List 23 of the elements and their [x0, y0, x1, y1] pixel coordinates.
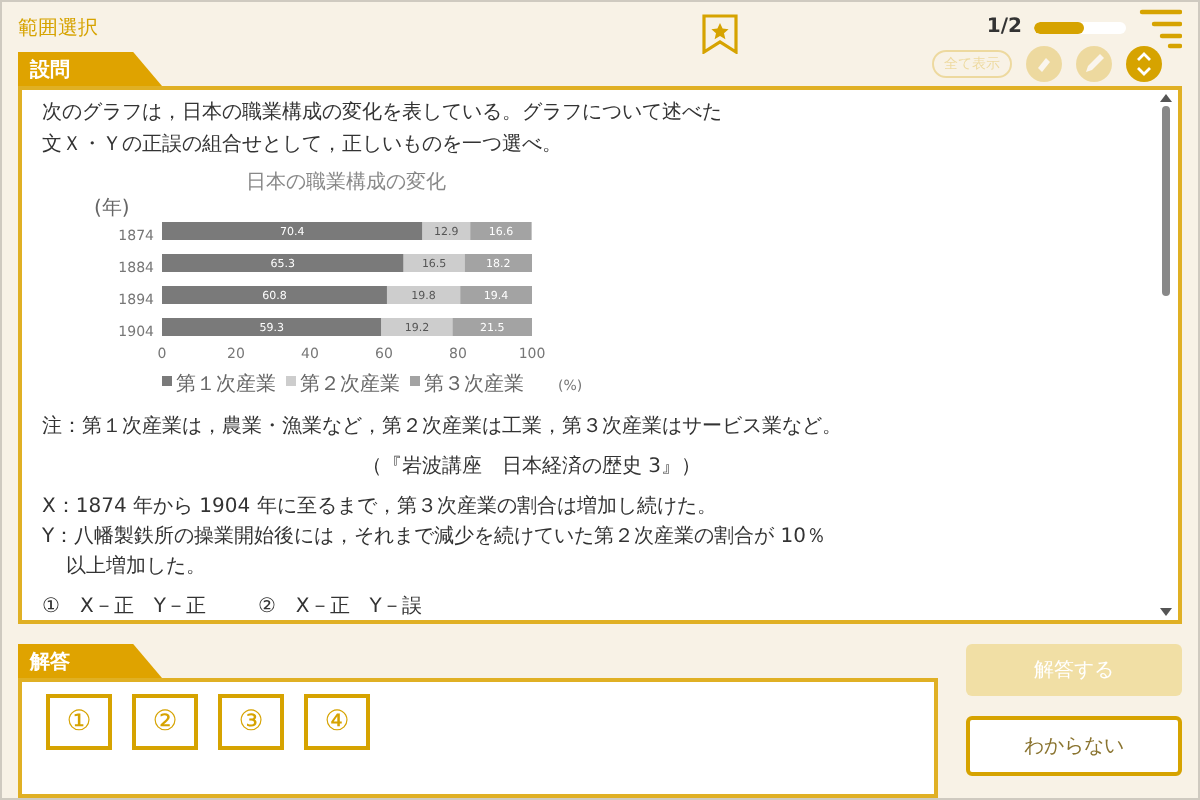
legend-label: 第３次産業 [424, 374, 524, 396]
chart-title: 日本の職業構成の変化 [246, 172, 446, 194]
bookmark-star-icon[interactable] [702, 14, 738, 54]
choice-button[interactable]: ① [46, 694, 112, 750]
page-counter: 1/2 [986, 16, 1022, 38]
dont-know-button[interactable]: わからない [966, 716, 1182, 776]
expand-icon[interactable] [1126, 46, 1162, 82]
legend-label: 第２次産業 [300, 374, 400, 396]
note-text: 注：第１次産業は，農業・漁業など，第２次産業は工業，第３次産業はサービス業など。 [42, 413, 844, 440]
source-text: （『岩波講座 日本経済の歴史 3』） [362, 453, 704, 480]
progress-bar [1034, 21, 1126, 33]
statement-text: Y：八幡製鉄所の操業開始後には，それまで減少を続けていた第２次産業の割合が 10％以上増加した。 [42, 523, 826, 582]
question-text: 次のグラフは，日本の職業構成の変化を表している。グラフについて述べた文Ｘ・Ｙの正誤の組合せとして，正しいものを一つ選べ。 [42, 99, 724, 160]
range-select-link[interactable]: 範囲選択 [18, 13, 98, 41]
choice-button[interactable]: ② [132, 694, 198, 750]
option-text: ② X－正 Y－誤 [257, 593, 422, 620]
axis-label: (年) [94, 198, 130, 220]
statement-text: X：1874 年から 1904 年に至るまで，第３次産業の割合は増加し続けた。 [42, 493, 719, 522]
choice-button[interactable]: ④ [304, 694, 370, 750]
menu-icon[interactable] [1138, 5, 1182, 49]
legend-label: 第１次産業 [176, 374, 276, 396]
option-text: ① X－正 Y－正 [42, 594, 206, 620]
choice-button[interactable]: ③ [218, 694, 284, 750]
